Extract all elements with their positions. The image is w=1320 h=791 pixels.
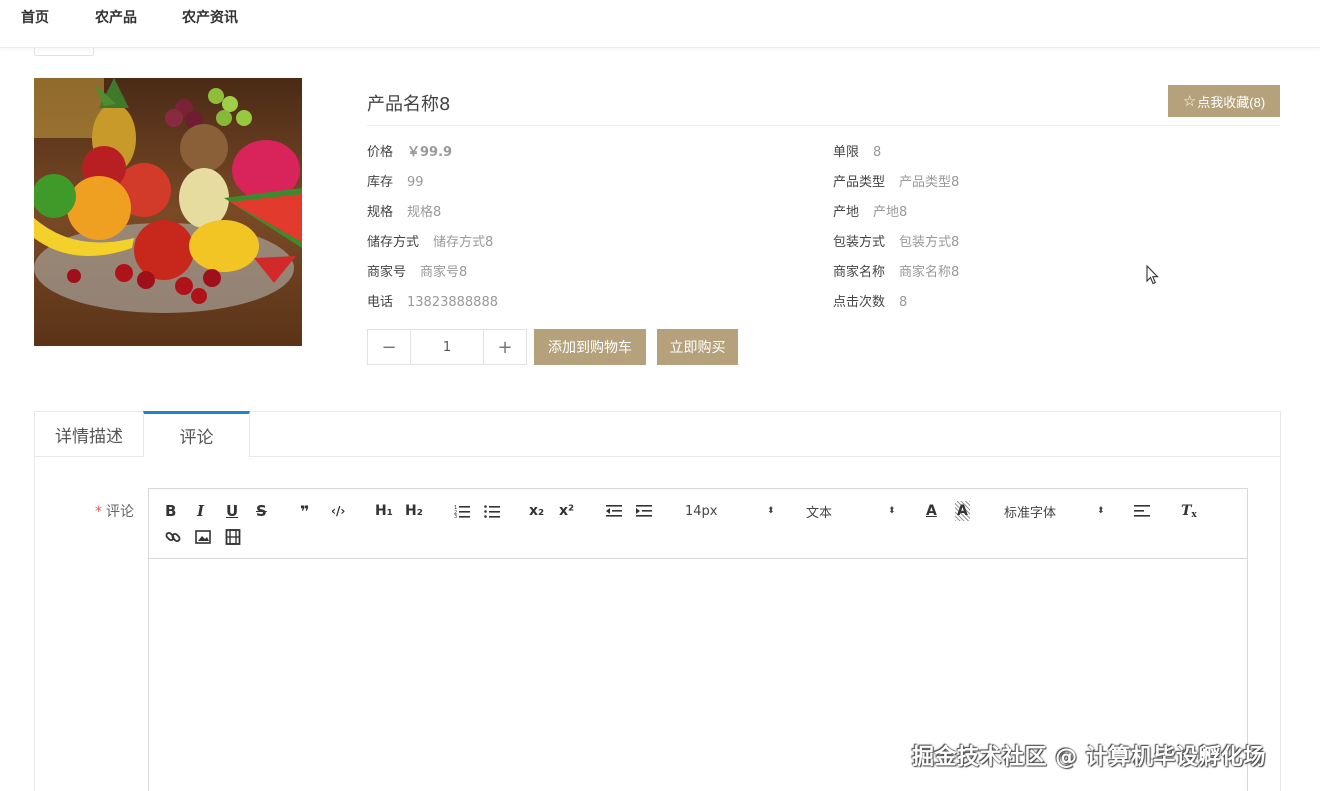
superscript-button[interactable]: x² [559,501,574,521]
mouse-pointer-icon [1146,264,1160,289]
editor-toolbar: B I U S ❞ ‹/› H₁ H₂ 123 x₂ x² 14px ⬍ 文本 … [149,489,1247,559]
subscript-button[interactable]: x₂ [529,501,544,521]
attr-value: 13823888888 [407,295,498,310]
outdent-icon[interactable] [605,501,623,521]
background-color-button[interactable]: A [955,501,970,521]
strike-button[interactable]: S [256,501,267,521]
attr-value: 商家名称8 [899,265,960,280]
image-icon[interactable] [194,527,212,547]
attr-type: 产品类型 产品类型8 [833,171,959,190]
attr-label: 库存 [367,175,394,190]
attr-label: 规格 [367,205,394,220]
attr-limit: 单限 8 [833,141,881,160]
link-icon[interactable] [164,527,182,547]
tab-details[interactable]: 详情描述 [35,412,143,457]
attr-label: 产品类型 [833,175,886,190]
tab-bar: 详情描述 评论 [35,411,1280,457]
attr-label: 储存方式 [367,235,420,250]
title-divider [367,125,1280,126]
attr-value: ￥99.9 [407,145,453,160]
attr-origin: 产地 产地8 [833,201,907,220]
text-color-button[interactable]: A [926,501,937,521]
watermark: 掘金技术社区 @ 计算机毕设孵化场 [912,745,1266,770]
font-size-value: 14px [685,503,718,519]
video-icon[interactable] [224,527,242,547]
nav-item-products[interactable]: 农产品 [95,7,137,27]
font-size-select[interactable]: 14px ⬍ [685,501,775,521]
clean-format-label: T [1181,503,1192,519]
star-icon: ☆ [1182,93,1197,110]
clean-x-icon: x [1191,510,1197,520]
attr-label: 价格 [367,145,394,160]
align-icon[interactable] [1133,501,1151,521]
attr-label: 商家名称 [833,265,886,280]
header-select[interactable]: 文本 ⬍ [806,501,896,521]
nav-item-news[interactable]: 农产资讯 [182,7,238,27]
favorite-button[interactable]: ☆ 点我收藏(8) [1168,85,1280,117]
attr-value: 包装方式8 [899,235,960,250]
bullet-list-icon[interactable] [483,501,501,521]
attr-phone: 电话 13823888888 [367,291,498,310]
quantity-stepper: − 1 + [367,329,527,365]
favorite-label: 点我收藏(8) [1197,94,1266,110]
attr-value: 99 [407,175,424,190]
attr-value: 规格8 [407,205,442,220]
increment-button[interactable]: + [484,330,526,364]
tabs-panel: 详情描述 评论 * 评论 B I U S ❞ ‹/› H₁ H₂ 123 x₂ x… [34,411,1281,791]
h2-button[interactable]: H₂ [405,501,423,521]
tab-comments[interactable]: 评论 [143,411,250,457]
blockquote-button[interactable]: ❞ [300,501,309,521]
clean-format-button[interactable]: Tx [1181,501,1197,521]
attr-label: 电话 [367,295,394,310]
attr-value: 8 [899,295,908,310]
svg-text:3: 3 [454,514,457,518]
nav-item-home[interactable]: 首页 [21,7,49,27]
comment-label-text: 评论 [106,504,134,520]
italic-button[interactable]: I [197,501,204,521]
attr-merchant-name: 商家名称 商家名称8 [833,261,959,280]
attr-label: 单限 [833,145,860,160]
attr-packaging: 包装方式 包装方式8 [833,231,959,250]
underline-button[interactable]: U [226,501,238,521]
font-family-select[interactable]: 标准字体 ⬍ [1004,501,1105,521]
attr-value: 产地8 [873,205,908,220]
product-image [34,78,302,346]
product-title: 产品名称8 [367,94,451,115]
attr-spec: 规格 规格8 [367,201,441,220]
font-family-value: 标准字体 [1004,505,1057,521]
attr-label: 包装方式 [833,235,886,250]
ordered-list-icon[interactable]: 123 [453,501,471,521]
indent-icon[interactable] [635,501,653,521]
decrement-button[interactable]: − [368,330,410,364]
attr-value: 商家号8 [420,265,468,280]
nav-tab-stub [34,48,94,56]
quantity-input[interactable]: 1 [410,330,484,364]
add-to-cart-button[interactable]: 添加到购物车 [534,329,646,365]
updown-arrow-icon: ⬍ [1097,506,1105,516]
buy-now-button[interactable]: 立即购买 [657,329,738,365]
attr-merchant-id: 商家号 商家号8 [367,261,467,280]
attr-clicks: 点击次数 8 [833,291,907,310]
attr-value: 储存方式8 [433,235,494,250]
top-nav: 首页 农产品 农产资讯 [0,0,1320,48]
attr-price: 价格 ￥99.9 [367,141,452,160]
updown-arrow-icon: ⬍ [888,506,896,516]
attr-value: 产品类型8 [899,175,960,190]
updown-arrow-icon: ⬍ [767,506,775,516]
attr-value: 8 [873,145,882,160]
h1-button[interactable]: H₁ [375,501,393,521]
code-button[interactable]: ‹/› [331,501,345,521]
attr-label: 点击次数 [833,295,886,310]
attr-label: 产地 [833,205,860,220]
attr-storage: 储存方式 储存方式8 [367,231,493,250]
attr-stock: 库存 99 [367,171,424,190]
header-value: 文本 [806,505,833,521]
comment-label: * 评论 [95,501,134,521]
bold-button[interactable]: B [165,501,176,521]
attr-label: 商家号 [367,265,407,280]
required-mark: * [95,504,102,520]
